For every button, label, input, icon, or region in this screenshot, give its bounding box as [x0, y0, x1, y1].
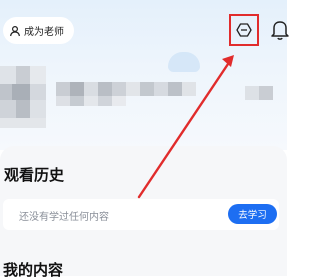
- user-icon: [9, 25, 21, 37]
- become-teacher-button[interactable]: 成为老师: [3, 17, 74, 44]
- go-study-button[interactable]: 去学习: [228, 204, 277, 224]
- bell-icon: [270, 18, 290, 46]
- my-content-title: 我的内容: [3, 261, 64, 279]
- notification-button[interactable]: [270, 18, 290, 42]
- switch-hexagon-icon: [236, 22, 252, 38]
- history-empty-text: 还没有学过任何内容: [19, 212, 109, 223]
- history-title: 观看历史: [4, 166, 65, 184]
- become-teacher-label: 成为老师: [24, 27, 64, 38]
- decorative-cloud: [168, 52, 200, 72]
- switch-button[interactable]: [229, 14, 259, 46]
